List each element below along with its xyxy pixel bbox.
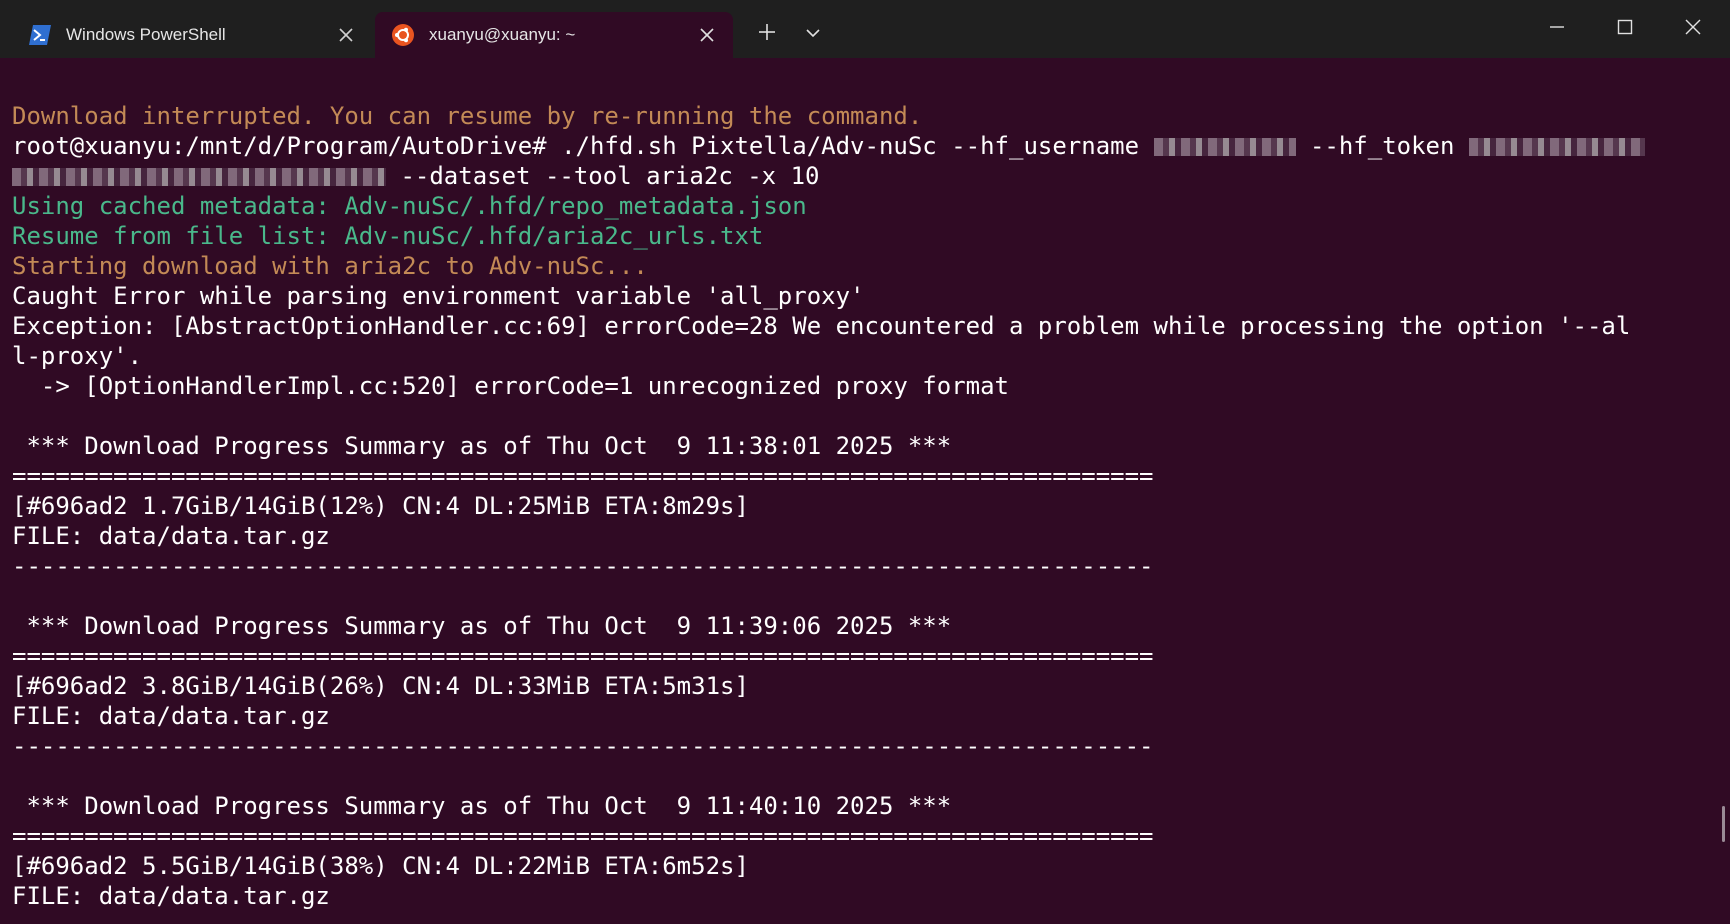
minimize-icon: [1549, 19, 1565, 40]
terminal-line: FILE: data/data.tar.gz: [12, 522, 330, 550]
terminal-line: --dataset --tool aria2c -x 10: [12, 161, 1645, 191]
terminal-line: FILE: data/data.tar.gz: [12, 882, 330, 910]
close-tab-icon[interactable]: [328, 17, 364, 53]
title-bar: Windows PowerShell xuanyu@xuanyu: ~: [0, 0, 1730, 58]
redacted-token: [1468, 138, 1645, 156]
terminal-line: FILE: data/data.tar.gz: [12, 702, 330, 730]
powershell-icon: [28, 23, 52, 47]
chevron-down-icon: [806, 25, 820, 43]
close-window-button[interactable]: [1659, 0, 1727, 58]
minimize-button[interactable]: [1523, 0, 1591, 58]
ubuntu-icon: [391, 23, 415, 47]
command-text: --dataset --tool aria2c -x 10: [386, 162, 820, 190]
tab-label: Windows PowerShell: [66, 25, 226, 44]
close-icon: [1685, 19, 1701, 40]
maximize-button[interactable]: [1591, 0, 1659, 58]
scrollbar-thumb[interactable]: [1722, 806, 1725, 842]
terminal-line: ========================================…: [12, 642, 1154, 670]
tab-dropdown-button[interactable]: [795, 16, 831, 52]
terminal-line: [#696ad2 3.8GiB/14GiB(26%) CN:4 DL:33MiB…: [12, 672, 749, 700]
terminal-line: ========================================…: [12, 822, 1154, 850]
close-tab-icon[interactable]: [689, 17, 725, 53]
tab-ubuntu[interactable]: xuanyu@xuanyu: ~: [375, 12, 733, 58]
terminal-line: ========================================…: [12, 462, 1154, 490]
maximize-icon: [1617, 19, 1633, 40]
terminal-line: Caught Error while parsing environment v…: [12, 282, 865, 310]
terminal-line: *** Download Progress Summary as of Thu …: [12, 612, 952, 640]
scrollbar[interactable]: [1718, 58, 1728, 924]
terminal-line: ----------------------------------------…: [12, 732, 1154, 760]
command-prompt-text: root@xuanyu:/mnt/d/Program/AutoDrive# ./…: [12, 132, 1154, 160]
tab-label: xuanyu@xuanyu: ~: [429, 25, 576, 44]
new-tab-button[interactable]: [749, 16, 785, 52]
redacted-token: [12, 168, 386, 186]
terminal-line: *** Download Progress Summary as of Thu …: [12, 432, 952, 460]
terminal-line: [#696ad2 5.5GiB/14GiB(38%) CN:4 DL:22MiB…: [12, 852, 749, 880]
terminal-window: Windows PowerShell xuanyu@xuanyu: ~ Down…: [0, 0, 1730, 924]
terminal-line: Download interrupted. You can resume by …: [12, 102, 923, 130]
terminal-line: Using cached metadata: Adv-nuSc/.hfd/rep…: [12, 192, 807, 220]
tab-powershell[interactable]: Windows PowerShell: [12, 12, 372, 58]
terminal-line: Exception: [AbstractOptionHandler.cc:69]…: [12, 312, 1631, 340]
terminal-line: root@xuanyu:/mnt/d/Program/AutoDrive# ./…: [12, 131, 1645, 161]
terminal-line: -> [OptionHandlerImpl.cc:520] errorCode=…: [12, 372, 1009, 400]
terminal-line: Resume from file list: Adv-nuSc/.hfd/ari…: [12, 222, 764, 250]
terminal-line: l-proxy'.: [12, 342, 143, 370]
terminal-line: Starting download with aria2c to Adv-nuS…: [12, 252, 648, 280]
command-text: --hf_token: [1295, 132, 1469, 160]
terminal-output[interactable]: Download interrupted. You can resume by …: [0, 58, 1718, 924]
terminal-line: ----------------------------------------…: [12, 552, 1154, 580]
terminal-line: *** Download Progress Summary as of Thu …: [12, 792, 952, 820]
plus-icon: [758, 23, 776, 46]
terminal-line: [#696ad2 1.7GiB/14GiB(12%) CN:4 DL:25MiB…: [12, 492, 749, 520]
redacted-username: [1153, 138, 1296, 156]
